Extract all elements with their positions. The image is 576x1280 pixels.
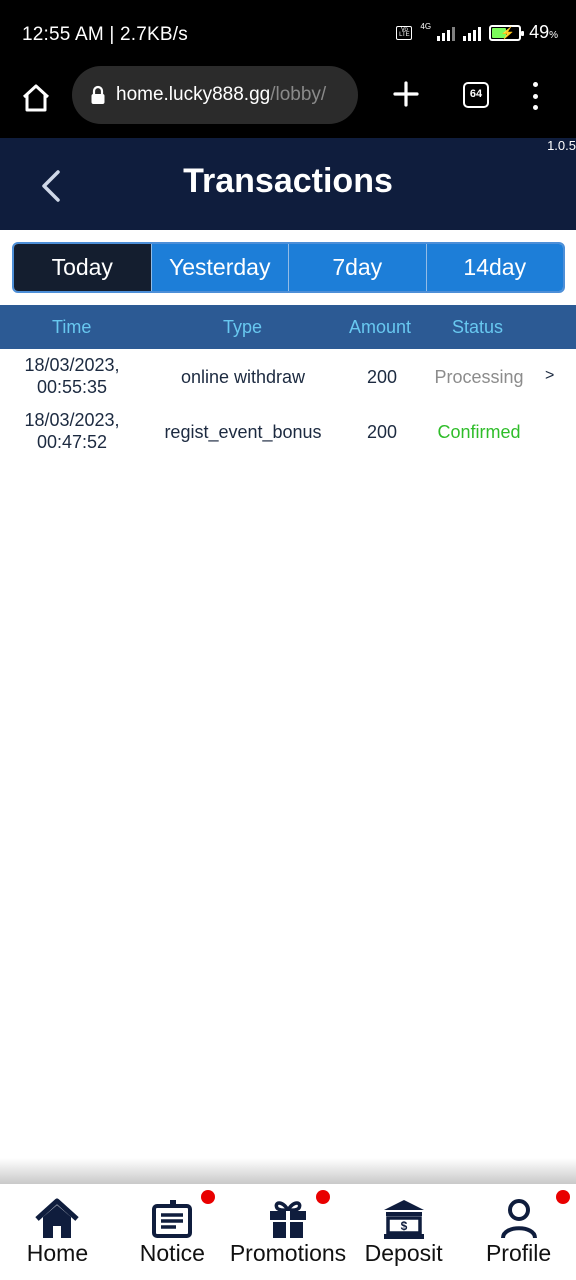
tab-14day[interactable]: 14day bbox=[425, 244, 563, 291]
charging-icon: ⚡ bbox=[500, 25, 516, 40]
row-status: Processing bbox=[434, 367, 524, 387]
new-tab-icon[interactable] bbox=[392, 80, 420, 108]
network-type: 4G bbox=[420, 22, 432, 31]
tab-switcher-button[interactable]: 64 bbox=[463, 82, 489, 108]
nav-profile[interactable]: Profile bbox=[461, 1184, 576, 1280]
lock-icon bbox=[90, 85, 106, 105]
user-icon bbox=[500, 1199, 537, 1239]
page-title: Transactions bbox=[183, 162, 393, 200]
version-label: 1.0.5 bbox=[547, 138, 576, 153]
more-menu-icon[interactable] bbox=[526, 82, 544, 110]
nav-home[interactable]: Home bbox=[0, 1184, 115, 1280]
notice-icon bbox=[152, 1200, 193, 1238]
home-icon bbox=[35, 1198, 80, 1238]
svg-text:$: $ bbox=[400, 1219, 407, 1233]
status-time: 12:55 AM | 2.7KB/s bbox=[22, 24, 188, 45]
nav-deposit-label: Deposit bbox=[364, 1240, 443, 1266]
nav-profile-label: Profile bbox=[485, 1240, 552, 1266]
row-status: Confirmed bbox=[437, 422, 521, 442]
app-header: Transactions 1.0.5 bbox=[0, 138, 576, 230]
notice-badge bbox=[200, 1190, 215, 1204]
url-path: /lobby/ bbox=[270, 84, 327, 105]
battery-icon: ⚡ bbox=[489, 24, 525, 41]
url-host: home.lucky888.gg bbox=[116, 84, 271, 105]
signal-icon bbox=[437, 25, 456, 41]
nav-promotions-label: Promotions bbox=[229, 1240, 347, 1266]
row-time: 00:47:52 bbox=[36, 432, 108, 452]
browser-home-icon[interactable] bbox=[20, 82, 52, 114]
row-type: regist_event_bonus bbox=[164, 422, 322, 442]
column-header-type: Type bbox=[223, 317, 263, 337]
status-icons: Vo LTE 4G ⚡ 49% bbox=[396, 22, 558, 43]
nav-promotions[interactable]: Promotions bbox=[230, 1184, 346, 1280]
row-time: 00:55:35 bbox=[36, 377, 108, 397]
tab-today[interactable]: Today bbox=[14, 244, 151, 291]
tab-yesterday[interactable]: Yesterday bbox=[150, 244, 288, 291]
gift-icon bbox=[270, 1201, 306, 1238]
nav-notice[interactable]: Notice bbox=[115, 1184, 230, 1280]
address-bar[interactable]: home.lucky888.gg/lobby/ bbox=[72, 66, 358, 124]
profile-badge bbox=[556, 1190, 571, 1204]
table-row[interactable]: 18/03/2023, 00:47:52 regist_event_bonus … bbox=[0, 406, 576, 458]
row-datetime: 18/03/2023, 00:55:35 bbox=[12, 354, 132, 398]
column-header-amount: Amount bbox=[349, 317, 412, 337]
table-row[interactable]: 18/03/2023, 00:55:35 online withdraw 200… bbox=[0, 351, 576, 403]
row-datetime: 18/03/2023, 00:47:52 bbox=[12, 409, 132, 453]
table-header: Time Type Amount Status bbox=[0, 305, 576, 349]
battery-percent: 49% bbox=[529, 22, 558, 42]
row-date: 18/03/2023, bbox=[24, 410, 120, 430]
nav-shadow bbox=[0, 1158, 576, 1184]
nav-home-label: Home bbox=[26, 1240, 89, 1266]
signal-icon-2 bbox=[463, 25, 482, 41]
bottom-nav: Home Notice Promotions $ Deposit Profile bbox=[0, 1184, 576, 1280]
promotions-badge bbox=[315, 1190, 330, 1204]
row-type: online withdraw bbox=[180, 367, 306, 387]
row-amount: 200 bbox=[366, 367, 398, 387]
volte-icon: Vo LTE bbox=[396, 25, 413, 40]
column-header-time: Time bbox=[52, 317, 92, 337]
row-date: 18/03/2023, bbox=[24, 355, 120, 375]
nav-deposit[interactable]: $ Deposit bbox=[346, 1184, 461, 1280]
row-amount: 200 bbox=[366, 422, 398, 442]
bank-icon: $ bbox=[383, 1200, 424, 1239]
column-header-status: Status bbox=[452, 317, 504, 337]
row-detail-arrow[interactable]: > bbox=[545, 367, 554, 385]
date-filter-tabs: Today Yesterday 7day 14day bbox=[12, 242, 565, 293]
browser-toolbar: home.lucky888.gg/lobby/ 64 bbox=[0, 66, 576, 138]
status-bar: 12:55 AM | 2.7KB/s Vo LTE 4G ⚡ 49% bbox=[0, 0, 576, 66]
tab-7day[interactable]: 7day bbox=[288, 244, 426, 291]
nav-notice-label: Notice bbox=[139, 1240, 205, 1266]
